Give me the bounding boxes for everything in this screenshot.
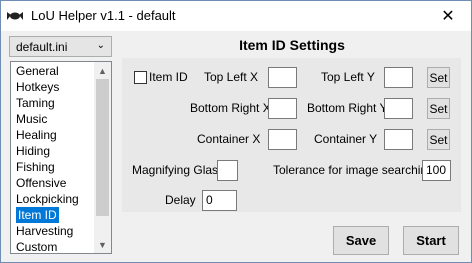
container-x-field[interactable] <box>268 129 297 150</box>
bottom-right-y-label: Bottom Right Y <box>307 101 388 115</box>
container-y-field[interactable] <box>384 129 413 150</box>
bottom-right-x-field[interactable] <box>268 98 297 119</box>
sidebar-item-taming[interactable]: Taming <box>16 95 55 111</box>
scroll-thumb[interactable] <box>96 79 109 216</box>
delay-label: Delay <box>165 193 196 207</box>
sidebar-item-hiding[interactable]: Hiding <box>16 143 50 159</box>
scroll-up-icon[interactable]: ▲ <box>94 62 111 79</box>
client-area: default.ini ⌄ General Hotkeys Taming Music H… <box>1 31 471 262</box>
window-title: LoU Helper v1.1 - default <box>31 8 176 23</box>
top-left-y-label: Top Left Y <box>321 70 375 84</box>
item-id-checkbox[interactable] <box>134 71 147 84</box>
bottom-right-y-field[interactable] <box>384 98 413 119</box>
list-scrollbar[interactable]: ▲ ▼ <box>94 62 111 253</box>
item-id-checkbox-label: Item ID <box>149 70 188 84</box>
container-y-label: Container Y <box>314 132 378 146</box>
sidebar-item-harvesting[interactable]: Harvesting <box>16 223 73 239</box>
panel-title: Item ID Settings <box>239 37 345 53</box>
sidebar-item-fishing[interactable]: Fishing <box>16 159 55 175</box>
chevron-down-icon: ⌄ <box>96 40 105 51</box>
set-top-left-button[interactable]: Set <box>427 67 450 88</box>
sidebar-item-healing[interactable]: Healing <box>16 127 57 143</box>
sidebar-item-offensive[interactable]: Offensive <box>16 175 66 191</box>
start-button[interactable]: Start <box>403 226 459 255</box>
bottom-right-x-label: Bottom Right X <box>190 101 271 115</box>
scroll-down-icon[interactable]: ▼ <box>94 236 111 253</box>
top-left-x-field[interactable] <box>268 67 297 88</box>
tolerance-label: Tolerance for image searching <box>273 163 434 177</box>
top-left-y-field[interactable] <box>384 67 413 88</box>
magnifying-glass-field[interactable] <box>217 160 238 181</box>
config-select-value: default.ini <box>16 40 68 54</box>
sidebar-item-general[interactable]: General <box>16 63 59 79</box>
set-bottom-right-button[interactable]: Set <box>427 98 450 119</box>
tolerance-field[interactable]: 100 <box>422 160 451 181</box>
config-select[interactable]: default.ini ⌄ <box>9 36 112 57</box>
top-left-x-label: Top Left X <box>204 70 259 84</box>
magnifying-glass-label: Magnifying Glass <box>132 163 225 177</box>
category-list[interactable]: General Hotkeys Taming Music Healing Hiding Fi… <box>10 61 112 254</box>
app-icon <box>7 12 23 20</box>
container-x-label: Container X <box>197 132 261 146</box>
sidebar-item-item-id[interactable]: Item ID <box>16 207 59 223</box>
sidebar-item-lockpicking[interactable]: Lockpicking <box>16 191 79 207</box>
app-window: LoU Helper v1.1 - default ✕ default.ini … <box>0 0 472 263</box>
settings-group: Item ID Top Left X Top Left Y Set Bottom… <box>122 58 461 212</box>
close-icon: ✕ <box>441 8 455 25</box>
delay-field[interactable]: 0 <box>202 190 237 211</box>
save-button[interactable]: Save <box>333 226 389 255</box>
set-container-button[interactable]: Set <box>427 129 450 150</box>
close-button[interactable]: ✕ <box>425 1 471 31</box>
sidebar-item-hotkeys[interactable]: Hotkeys <box>16 79 59 95</box>
sidebar-item-music[interactable]: Music <box>16 111 47 127</box>
sidebar-item-custom[interactable]: Custom <box>16 239 57 255</box>
title-bar[interactable]: LoU Helper v1.1 - default ✕ <box>1 1 471 31</box>
